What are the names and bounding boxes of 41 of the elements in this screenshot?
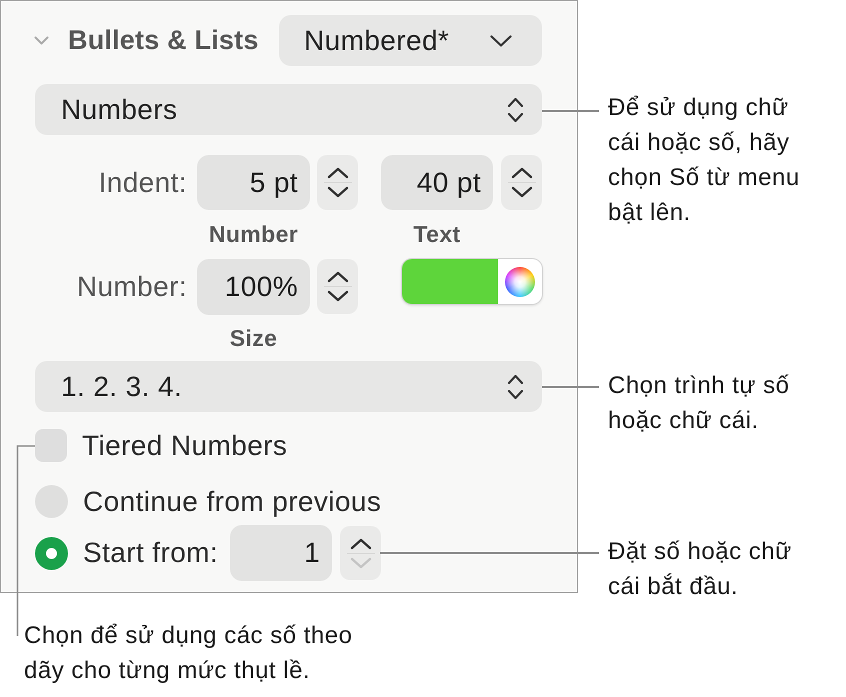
stepper[interactable] (340, 526, 382, 580)
list-type-popup[interactable]: Numbers (35, 84, 542, 135)
field-caption: Size (230, 324, 278, 352)
radio-label: Start from: (83, 537, 218, 569)
chevron-up-icon[interactable] (326, 166, 348, 179)
indent-field[interactable]: 5 pt (197, 155, 310, 210)
callout-text: Để sử dụng chữ cái hoặc số, hãy chọn Số từ menu bật lên. (608, 93, 801, 228)
chevron-up-icon[interactable] (510, 166, 532, 179)
indent-field[interactable]: 40 pt (381, 155, 493, 210)
callout-text: Chọn trình tự số hoặc chữ cái. (608, 371, 790, 436)
stepper[interactable] (317, 155, 358, 210)
chevron-down-icon (490, 34, 512, 46)
checkbox-label: Tiered Numbers (82, 430, 288, 462)
size-field[interactable]: 100% (197, 259, 310, 315)
chevron-up-icon[interactable] (350, 536, 372, 550)
radio-label: Continue from previous (83, 486, 382, 518)
number-size-label: Number: (76, 271, 188, 303)
radio-button[interactable] (35, 485, 68, 518)
sequence-popup[interactable]: 1. 2. 3. 4. (35, 361, 542, 412)
indent-label: Indent: (98, 166, 188, 198)
chevron-up-icon[interactable] (326, 270, 348, 283)
chevron-down-icon[interactable] (510, 186, 532, 199)
leader-line (542, 110, 599, 112)
up-down-chevron-icon (507, 372, 524, 400)
start-number-field[interactable]: 1 (230, 525, 332, 581)
callout-text: Chọn để sử dụng các số theo dãy cho từng mức thụt lề. (24, 621, 354, 686)
stepper[interactable] (317, 259, 358, 314)
section-title: Bullets & Lists (68, 25, 259, 56)
callout-text: Đặt số hoặc chữ cái bắt đầu. (608, 537, 793, 602)
color-well[interactable] (402, 259, 542, 304)
field-caption: Text (413, 221, 461, 248)
color-wheel-icon[interactable] (505, 266, 535, 296)
up-down-chevron-icon (507, 96, 524, 124)
chevron-down-icon[interactable] (326, 290, 348, 303)
style-menu-button[interactable]: Numbered* (279, 15, 542, 66)
checkbox[interactable] (35, 429, 67, 462)
field-caption: Number (208, 221, 298, 248)
radio-button[interactable] (35, 536, 68, 570)
chevron-down-icon[interactable] (326, 186, 348, 199)
stepper[interactable] (501, 155, 542, 210)
leader-line (542, 386, 599, 388)
